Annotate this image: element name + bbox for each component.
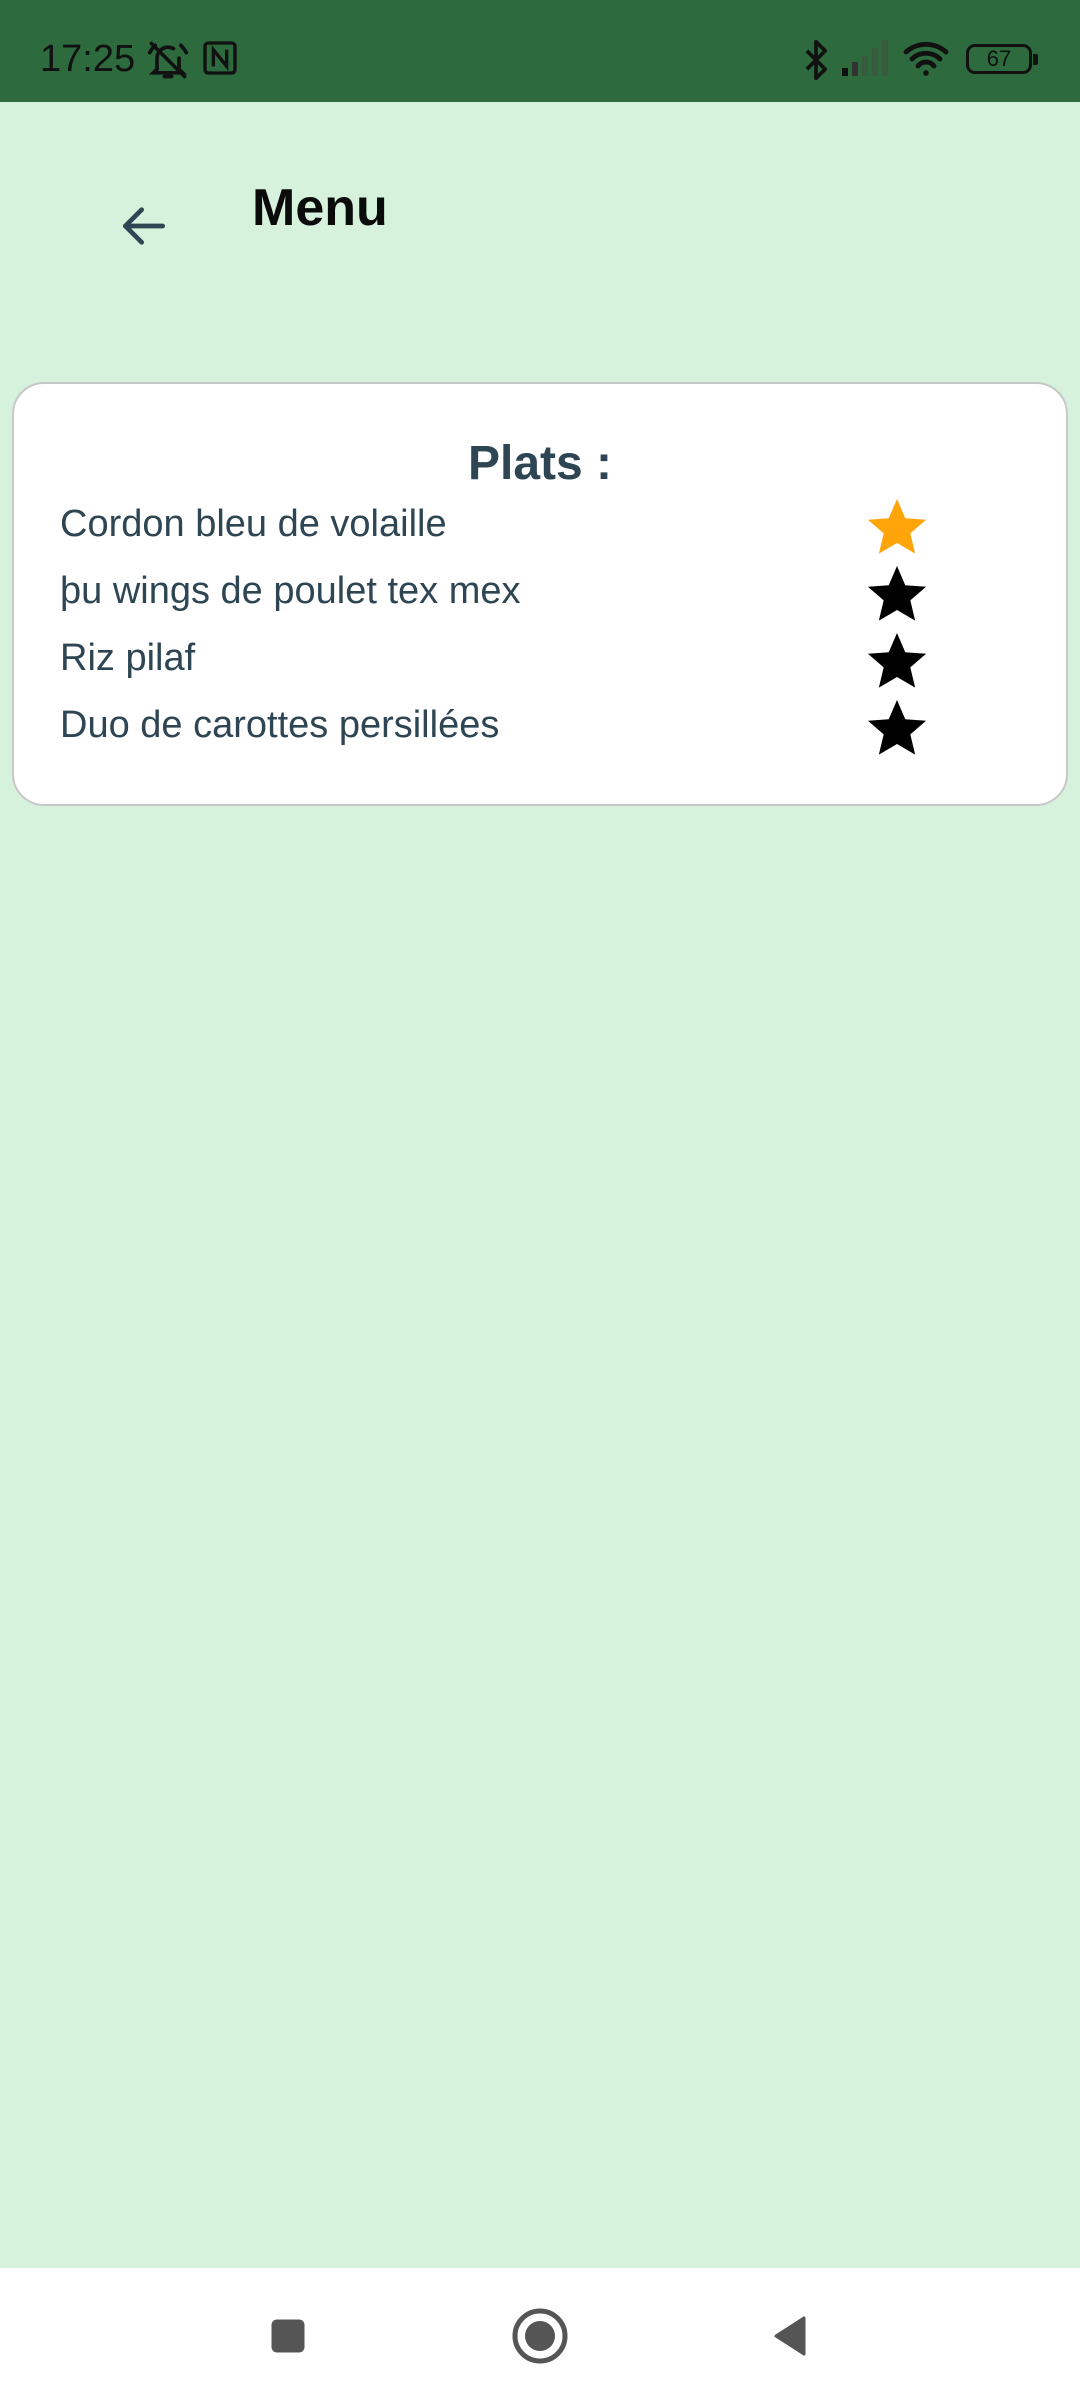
card-heading: Plats : bbox=[467, 437, 613, 490]
recents-button[interactable] bbox=[244, 2292, 332, 2380]
back-button[interactable] bbox=[100, 182, 188, 270]
nfc-icon bbox=[200, 38, 240, 83]
app-bar: Menu bbox=[0, 102, 1080, 330]
dish-name: þu wings de poulet tex mex bbox=[60, 570, 521, 612]
star-icon bbox=[867, 566, 927, 621]
dish-row: Duo de carottes persillées bbox=[60, 695, 1060, 761]
back-triangle-icon bbox=[774, 2316, 806, 2356]
favorite-button[interactable] bbox=[860, 628, 934, 694]
battery-icon: 67 bbox=[966, 44, 1038, 74]
favorite-button[interactable] bbox=[860, 494, 934, 560]
navigation-bar bbox=[0, 2268, 1080, 2400]
favorite-button[interactable] bbox=[860, 561, 934, 627]
favorite-button[interactable] bbox=[860, 695, 934, 761]
dish-name: Cordon bleu de volaille bbox=[60, 503, 447, 545]
page-title: Menu bbox=[252, 179, 388, 237]
recents-square-icon bbox=[271, 2319, 305, 2353]
star-icon bbox=[867, 633, 927, 688]
dish-name: Duo de carottes persillées bbox=[60, 704, 500, 746]
status-bar: 17:25 67 bbox=[0, 0, 1080, 102]
status-time: 17:25 bbox=[40, 38, 136, 80]
home-circle-icon bbox=[512, 2308, 568, 2364]
bluetooth-icon bbox=[800, 38, 832, 87]
arrow-left-icon bbox=[123, 207, 166, 245]
signal-icon bbox=[840, 38, 892, 83]
dish-name: Riz pilaf bbox=[60, 637, 196, 679]
dish-row: Riz pilaf bbox=[60, 628, 1060, 694]
bell-off-icon bbox=[146, 38, 190, 87]
wifi-icon bbox=[902, 38, 950, 83]
star-icon bbox=[867, 499, 927, 554]
menu-card: Plats : Cordon bleu de volaille þu wings… bbox=[12, 382, 1068, 806]
dish-row: Cordon bleu de volaille bbox=[60, 494, 1060, 560]
nav-back-button[interactable] bbox=[746, 2292, 834, 2380]
star-icon bbox=[867, 700, 927, 755]
home-button[interactable] bbox=[496, 2292, 584, 2380]
dish-row: þu wings de poulet tex mex bbox=[60, 561, 1060, 627]
